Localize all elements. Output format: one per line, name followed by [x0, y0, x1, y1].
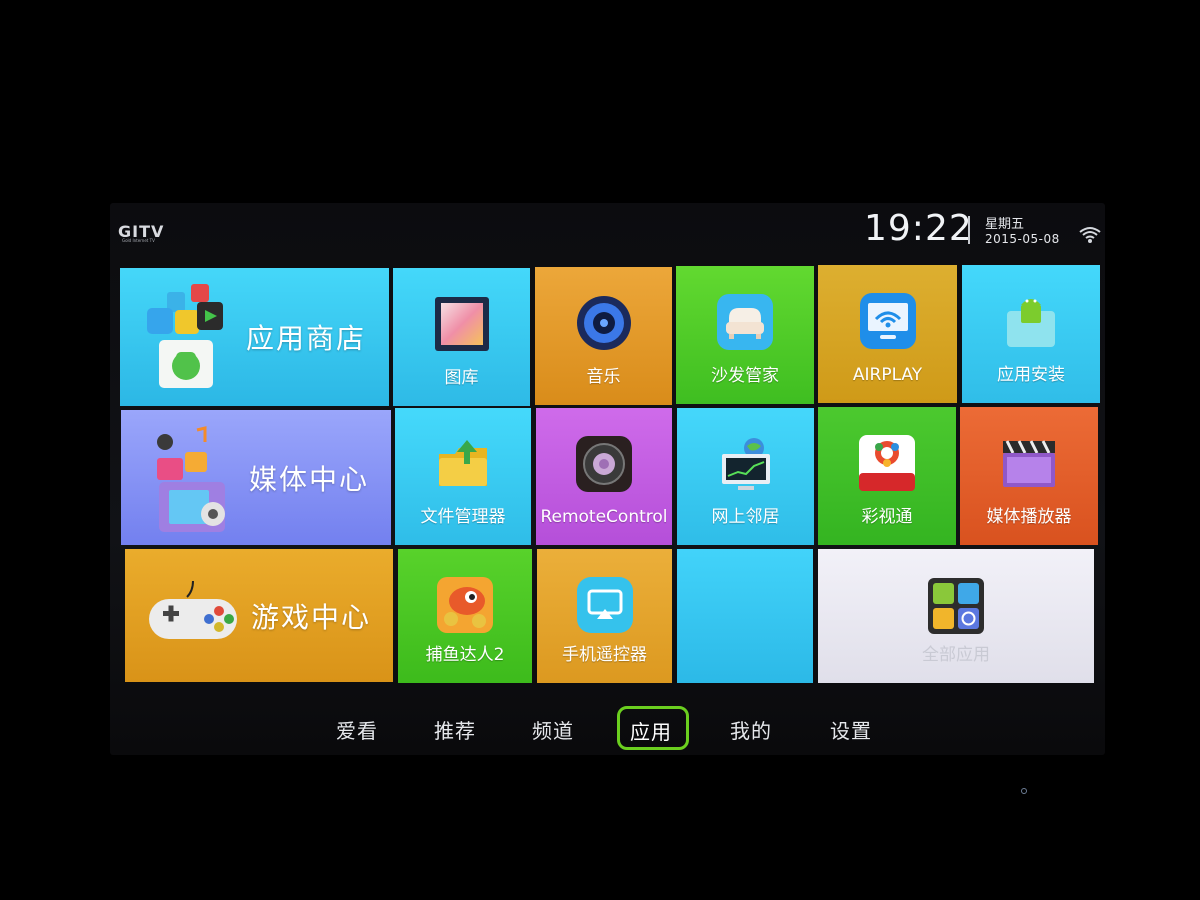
tile-label-game-center: 游戏中心	[251, 600, 372, 634]
sofa-icon	[717, 294, 773, 350]
tile-fishing[interactable]: 捕鱼达人2	[398, 549, 532, 683]
nav-item-watch[interactable]: 爱看	[336, 715, 378, 744]
nav-item-recommend[interactable]: 推荐	[434, 715, 476, 744]
tile-label-media-center: 媒体中心	[249, 462, 370, 496]
weekday-label: 星期五	[985, 217, 1025, 232]
tile-all-apps[interactable]: 全部应用	[818, 549, 1094, 683]
tile-label-app-install: 应用安装	[997, 365, 1065, 385]
tile-media-player[interactable]: 媒体播放器	[960, 407, 1098, 545]
phone-remote-icon	[576, 577, 633, 633]
tile-label-lottery: 彩视通	[861, 507, 913, 527]
tile-game-center[interactable]: 游戏中心	[125, 549, 393, 682]
tile-label-gallery: 图库	[444, 368, 479, 388]
nav-item-channels[interactable]: 频道	[532, 715, 574, 744]
tile-app-store[interactable]: 应用商店	[120, 268, 389, 406]
lottery-tv-icon	[859, 435, 915, 491]
tile-label-airplay: AIRPLAY	[852, 365, 923, 385]
gitv-logo: GITV Gold Internet TV	[118, 222, 178, 244]
nav-item-apps-active[interactable]: 应用	[617, 706, 689, 750]
tile-label-music: 音乐	[586, 367, 621, 387]
gallery-icon	[434, 297, 489, 351]
all-apps-icon	[928, 578, 984, 634]
tile-airplay[interactable]: AIRPLAY	[818, 265, 957, 403]
tile-label-media-player: 媒体播放器	[986, 507, 1072, 527]
tile-remote-control[interactable]: RemoteControl	[536, 408, 672, 545]
gamepad-icon	[149, 581, 237, 639]
tile-label-remote-control: RemoteControl	[540, 507, 668, 527]
tile-gallery[interactable]: 图库	[393, 268, 530, 406]
tile-label-sofa-manager: 沙发管家	[711, 366, 779, 386]
nav-item-settings[interactable]: 设置	[830, 715, 872, 744]
fishing-game-icon	[437, 577, 493, 633]
app-store-icon	[147, 284, 223, 388]
remote-cursor-dot	[1021, 788, 1027, 794]
network-monitor-icon	[721, 438, 770, 490]
nav-item-mine[interactable]: 我的	[730, 715, 772, 744]
tile-network-neighborhood[interactable]: 网上邻居	[677, 408, 814, 545]
tile-music[interactable]: 音乐	[535, 267, 672, 405]
tile-label-file-manager: 文件管理器	[420, 507, 506, 527]
tile-label-phone-remote: 手机遥控器	[562, 645, 647, 665]
android-install-icon	[1007, 299, 1055, 347]
folder-icon	[439, 440, 487, 486]
tile-app-install[interactable]: 应用安装	[962, 265, 1100, 403]
tile-lottery[interactable]: 彩视通	[818, 407, 956, 545]
airplay-icon	[859, 293, 916, 349]
tile-media-center[interactable]: 媒体中心	[121, 410, 391, 545]
tile-phone-remote[interactable]: 手机遥控器	[537, 549, 672, 683]
music-icon	[576, 296, 631, 350]
clapperboard-icon	[1003, 440, 1055, 487]
tile-file-manager[interactable]: 文件管理器	[395, 408, 531, 545]
tile-label-app-store: 应用商店	[246, 322, 367, 355]
date-label: 2015-05-08	[985, 232, 1060, 246]
wifi-icon	[1079, 227, 1101, 243]
clock-time: 19:22	[864, 208, 973, 249]
bottom-navigation: 爱看 推荐 频道 应用 我的 设置	[330, 705, 890, 755]
tile-label-all-apps: 全部应用	[922, 645, 990, 665]
logo-subtitle: Gold Internet TV	[122, 238, 155, 243]
nav-item-apps-label: 应用	[630, 720, 672, 744]
tile-blank[interactable]	[677, 549, 813, 683]
tile-label-fishing: 捕鱼达人2	[425, 645, 505, 665]
tile-label-network-neighborhood: 网上邻居	[711, 507, 780, 527]
clock-divider	[968, 216, 970, 244]
tile-sofa-manager[interactable]: 沙发管家	[676, 266, 814, 404]
remote-control-icon	[576, 436, 632, 492]
media-center-icon	[157, 426, 225, 532]
